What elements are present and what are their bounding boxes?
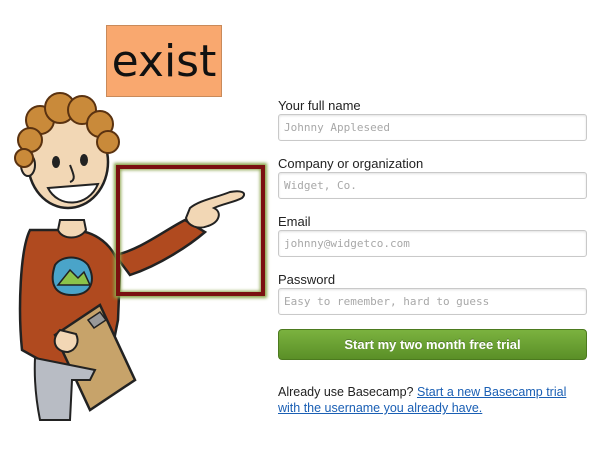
start-trial-button[interactable]: Start my two month free trial <box>278 329 587 360</box>
email-label: Email <box>278 214 311 229</box>
full-name-label: Your full name <box>278 98 361 113</box>
email-input[interactable] <box>278 230 587 257</box>
password-label: Password <box>278 272 336 287</box>
annotation-label: exist <box>106 25 222 97</box>
company-input[interactable] <box>278 172 587 199</box>
existing-user-prompt: Already use Basecamp? <box>278 385 414 399</box>
full-name-input[interactable] <box>278 114 587 141</box>
password-input[interactable] <box>278 288 587 315</box>
company-label: Company or organization <box>278 156 424 171</box>
basecamp-logo-icon <box>51 256 93 297</box>
existing-user-note: Already use Basecamp? Start a new Baseca… <box>278 384 588 416</box>
highlight-box <box>116 165 265 296</box>
